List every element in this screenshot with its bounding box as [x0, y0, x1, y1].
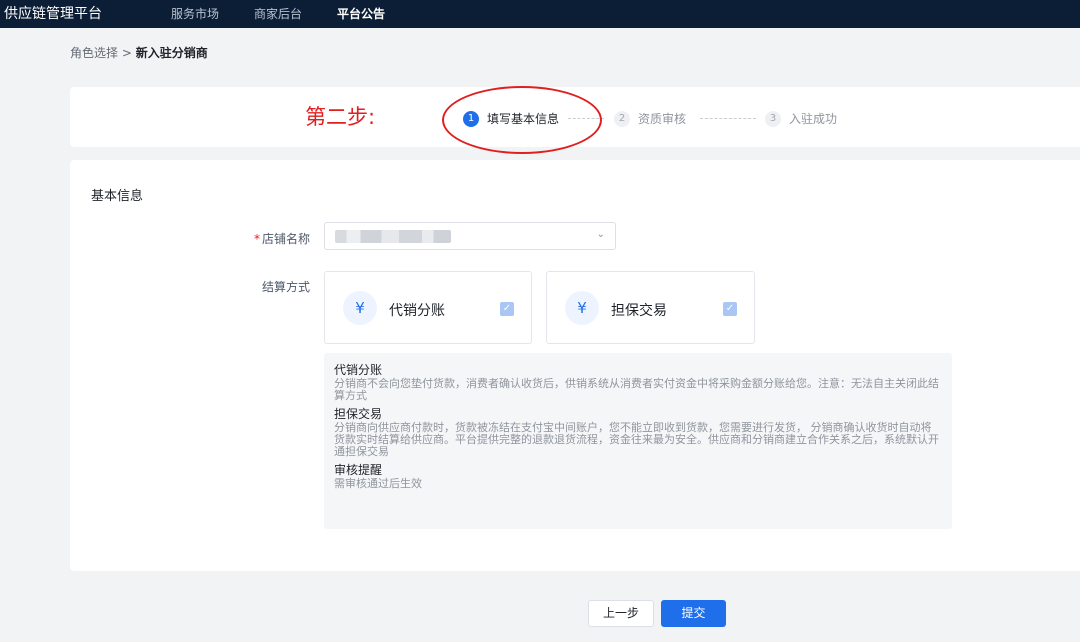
settlement-info-panel: 代销分账 分销商不会向您垫付货款，消费者确认收货后，供销系统从消费者实付资金中将…: [324, 353, 952, 529]
step-3-label: 入驻成功: [789, 112, 838, 126]
info-text-consignment: 分销商不会向您垫付货款，消费者确认收货后，供销系统从消费者实付资金中将采购金额分…: [334, 377, 939, 402]
shop-name-label-text: 店铺名称: [261, 232, 310, 246]
nav-platform-announcement[interactable]: 平台公告: [337, 5, 385, 22]
chevron-down-icon: ⌄: [596, 229, 605, 240]
breadcrumb-current: 新入驻分销商: [135, 46, 208, 60]
step-3-number: 3: [765, 110, 781, 127]
top-navigation-bar: 供应链管理平台 服务市场 商家后台 平台公告: [0, 0, 1080, 28]
highlight-ellipse: [442, 86, 602, 154]
breadcrumb-role-select[interactable]: 角色选择: [70, 46, 118, 60]
submit-button[interactable]: 提交: [661, 600, 726, 627]
settlement-option-guarantee[interactable]: ¥ 担保交易 ✓: [546, 271, 755, 344]
consignment-label: 代销分账: [389, 303, 445, 319]
step-connector-2: [700, 118, 756, 119]
consignment-checkbox[interactable]: ✓: [500, 302, 514, 316]
settlement-label: 结算方式: [261, 280, 310, 294]
required-mark: *: [253, 232, 260, 246]
nav-service-market[interactable]: 服务市场: [171, 5, 219, 22]
info-title-consignment: 代销分账: [334, 363, 383, 377]
guarantee-checkbox[interactable]: ✓: [723, 302, 737, 316]
platform-title: 供应链管理平台: [4, 6, 102, 22]
section-title: 基本信息: [91, 189, 144, 204]
guarantee-label: 担保交易: [611, 303, 667, 319]
previous-step-button[interactable]: 上一步: [588, 600, 654, 627]
step-2-label: 资质审核: [638, 112, 687, 126]
shop-name-label: * 店铺名称: [230, 230, 310, 247]
info-text-review: 需审核通过后生效: [334, 477, 422, 490]
receipt-yen-icon: ¥: [343, 291, 377, 325]
shop-name-select[interactable]: ⌄: [324, 222, 616, 250]
info-title-review: 审核提醒: [334, 463, 383, 477]
nav-merchant-backend[interactable]: 商家后台: [254, 5, 302, 22]
step-annotation: 第二步:: [305, 105, 376, 129]
breadcrumb-separator: >: [121, 46, 132, 60]
breadcrumb: 角色选择 > 新入驻分销商: [70, 44, 208, 61]
info-title-guarantee: 担保交易: [334, 407, 383, 421]
settlement-option-consignment[interactable]: ¥ 代销分账 ✓: [324, 271, 532, 344]
step-2-number: 2: [614, 110, 630, 127]
shield-yen-icon: ¥: [565, 291, 599, 325]
redacted-shop-name: [335, 230, 451, 243]
step-2: 2 资质审核: [614, 110, 686, 127]
step-3: 3 入驻成功: [765, 110, 837, 127]
info-text-guarantee: 分销商向供应商付款时，货款被冻结在支付宝中间账户，您不能立即收到货款，您需要进行…: [334, 421, 939, 458]
